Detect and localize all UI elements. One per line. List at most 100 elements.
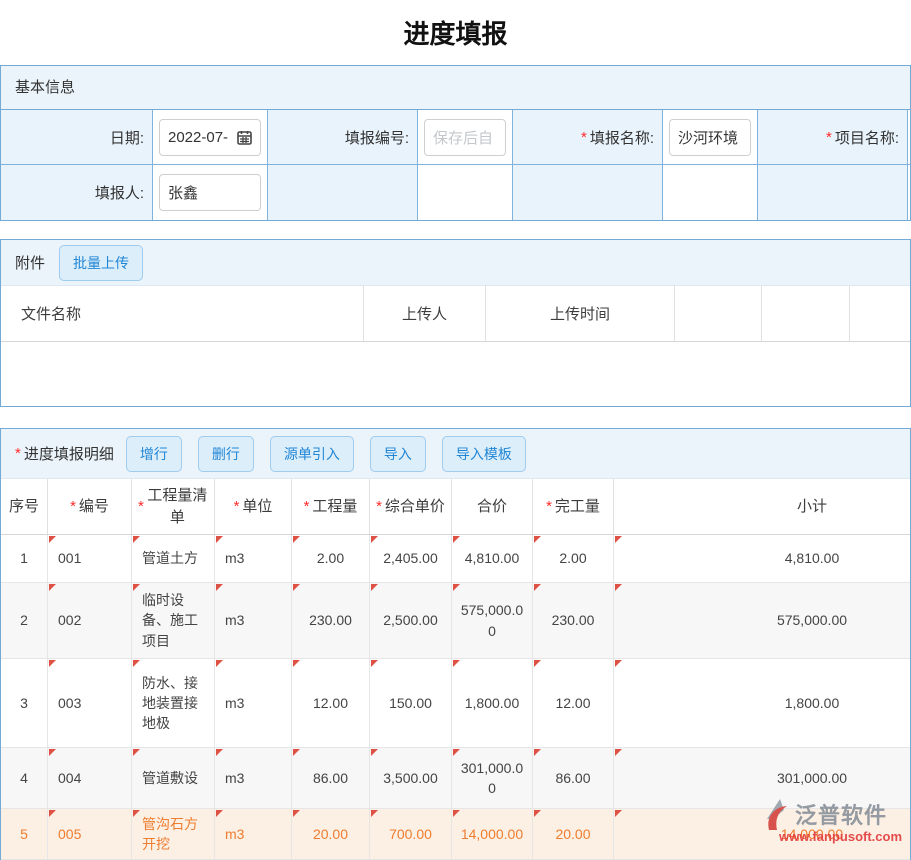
project-name-label-text: 项目名称: [835,127,899,148]
report-no-input[interactable]: 保存后自 [424,119,506,156]
cell-total_price[interactable]: 575,000.00 [452,583,533,658]
cell-code[interactable]: 005 [48,809,132,859]
cell-unit[interactable]: m3 [215,748,292,808]
required-asterisk: * [15,445,21,462]
empty-input-cell [418,165,513,220]
cell-quantity[interactable]: 20.00 [292,809,370,859]
required-asterisk: * [376,496,382,518]
cell-total_price[interactable]: 4,810.00 [452,535,533,582]
detail-col-label: 合价 [477,496,507,518]
basic-info-panel: 基本信息 日期: 2022-07- 填报编号: [0,65,911,221]
detail-col-label: 单位 [242,496,272,518]
cell-quantity[interactable]: 12.00 [292,659,370,747]
cell-subtotal[interactable]: 575,000.00 [614,583,911,658]
watermark-url: www.fanpusoft.com [765,829,911,844]
report-name-label: * 填报名称: [513,110,663,164]
report-name-input[interactable]: 沙河环境 [669,119,751,156]
cell-item[interactable]: 管道敷设 [132,748,215,808]
report-no-label-text: 填报编号: [345,127,409,148]
cell-completed[interactable]: 2.00 [533,535,614,582]
attach-col-header-0: 文件名称 [1,286,364,341]
detail-col-header-5: *综合单价 [370,479,452,534]
cell-seq: 1 [1,535,48,582]
cell-unit_price[interactable]: 2,405.00 [370,535,452,582]
cell-unit_price[interactable]: 150.00 [370,659,452,747]
cell-total_price[interactable]: 1,800.00 [452,659,533,747]
detail-panel: * 进度填报明细 增行删行源单引入导入导入模板 序号*编号*工程量清单*单位*工… [0,428,911,860]
watermark-brand: 泛普软件 [795,798,887,830]
detail-toolbar: * 进度填报明细 增行删行源单引入导入导入模板 [1,429,910,479]
cell-quantity[interactable]: 230.00 [292,583,370,658]
reporter-label: 填报人: [1,165,153,220]
cell-code[interactable]: 002 [48,583,132,658]
cell-code[interactable]: 003 [48,659,132,747]
detail-col-label: 工程量 [312,496,357,518]
cell-item[interactable]: 防水、接地装置接地极 [132,659,215,747]
required-asterisk: * [826,129,832,146]
table-row: 1001管道土方m32.002,405.004,810.002.004,810.… [1,535,911,583]
delete-row-button[interactable]: 删行 [198,436,254,472]
page-title: 进度填报 [0,0,911,65]
attach-col-empty [675,286,762,341]
cell-total_price[interactable]: 14,000.00 [452,809,533,859]
cell-completed[interactable]: 20.00 [533,809,614,859]
cell-code[interactable]: 004 [48,748,132,808]
cell-unit[interactable]: m3 [215,583,292,658]
cell-unit_price[interactable]: 2,500.00 [370,583,452,658]
attach-col-header-2: 上传时间 [486,286,675,341]
cell-total_price[interactable]: 301,000.00 [452,748,533,808]
cell-completed[interactable]: 230.00 [533,583,614,658]
cell-completed[interactable]: 86.00 [533,748,614,808]
detail-toolbar-buttons: 增行删行源单引入导入导入模板 [126,436,542,472]
cell-unit[interactable]: m3 [215,809,292,859]
cell-item[interactable]: 管沟石方开挖 [132,809,215,859]
date-input[interactable]: 2022-07- [159,119,261,156]
detail-col-label: 编号 [79,496,109,518]
cell-unit[interactable]: m3 [215,659,292,747]
detail-col-header-2: *工程量清单 [132,479,215,534]
required-asterisk: * [581,129,587,146]
cell-item[interactable]: 管道土方 [132,535,215,582]
report-name-label-text: 填报名称: [590,127,654,148]
source-import-button[interactable]: 源单引入 [270,436,354,472]
cell-quantity[interactable]: 86.00 [292,748,370,808]
import-button[interactable]: 导入 [370,436,426,472]
import-template-button[interactable]: 导入模板 [442,436,526,472]
date-label: 日期: [1,110,153,164]
report-no-label: 填报编号: [268,110,418,164]
cell-quantity[interactable]: 2.00 [292,535,370,582]
empty-label-cell [758,165,908,220]
detail-section-title: 进度填报明细 [24,443,114,464]
cell-subtotal[interactable]: 1,800.00 [614,659,911,747]
cell-completed[interactable]: 12.00 [533,659,614,747]
empty-label-cell [268,165,418,220]
date-cell: 2022-07- [153,110,268,164]
cell-code[interactable]: 001 [48,535,132,582]
reporter-label-text: 填报人: [95,182,144,203]
cell-unit_price[interactable]: 3,500.00 [370,748,452,808]
basic-info-row-1: 日期: 2022-07- 填报编号: 保存后自 [1,110,911,165]
cell-unit[interactable]: m3 [215,535,292,582]
date-label-text: 日期: [110,127,144,148]
detail-col-header-3: *单位 [215,479,292,534]
cell-unit_price[interactable]: 700.00 [370,809,452,859]
detail-col-header-8: 小计 [614,479,911,534]
required-asterisk: * [304,496,310,518]
table-row: 3003防水、接地装置接地极m312.00150.001,800.0012.00… [1,659,911,748]
report-name-cell: 沙河环境 [663,110,758,164]
cell-item[interactable]: 临时设备、施工项目 [132,583,215,658]
attachments-table-header: 文件名称上传人上传时间 [1,286,911,342]
calendar-icon[interactable] [237,130,252,145]
cell-seq: 3 [1,659,48,747]
cell-seq: 5 [1,809,48,859]
project-name-label: * 项目名称: [758,110,908,164]
table-row: 2002临时设备、施工项目m3230.002,500.00575,000.002… [1,583,911,659]
reporter-input[interactable]: 张鑫 [159,174,261,211]
add-row-button[interactable]: 增行 [126,436,182,472]
detail-col-header-0: 序号 [1,479,48,534]
cell-subtotal[interactable]: 4,810.00 [614,535,911,582]
detail-header-row: 序号*编号*工程量清单*单位*工程量*综合单价合价*完工量小计 [1,479,911,535]
batch-upload-button[interactable]: 批量上传 [59,245,143,281]
detail-col-label: 综合单价 [385,496,445,518]
empty-input-cell [663,165,758,220]
